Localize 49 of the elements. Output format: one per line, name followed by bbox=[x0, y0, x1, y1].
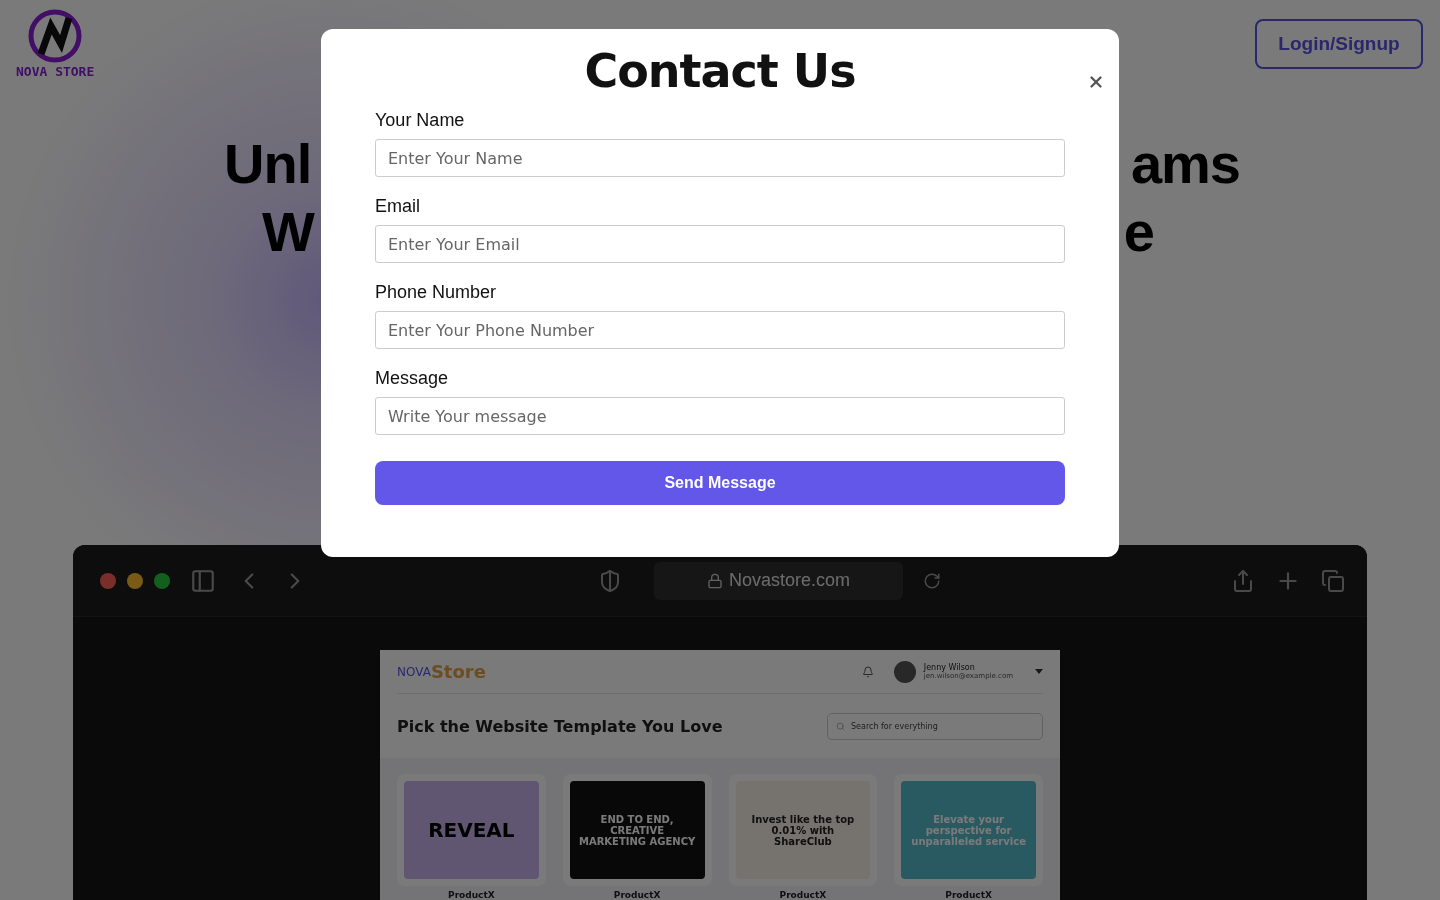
field-label: Your Name bbox=[375, 110, 466, 131]
template-headline: END TO END, CREATIVE MARKETING AGENCY bbox=[577, 813, 697, 847]
search-placeholder: Search for everything bbox=[851, 721, 938, 731]
close-icon[interactable] bbox=[1087, 73, 1105, 91]
store-logo-text: Store bbox=[430, 661, 486, 682]
dialog-title: Contact Us bbox=[583, 43, 857, 99]
hero-heading-text: Unl bbox=[224, 131, 312, 197]
template-label: ProductX bbox=[945, 890, 992, 900]
url-bar[interactable]: Novastore.com bbox=[653, 561, 904, 600]
template-card[interactable]: END TO END, CREATIVE MARKETING AGENCY bbox=[562, 774, 712, 886]
maximize-dot-icon[interactable] bbox=[154, 572, 170, 589]
template-card[interactable]: REVEAL bbox=[397, 774, 546, 886]
page-heading: Pick the Website Template You Love bbox=[397, 716, 723, 736]
template-headline: REVEAL bbox=[428, 818, 515, 842]
field-label: Email bbox=[375, 196, 421, 217]
search-icon bbox=[836, 721, 845, 731]
input-field[interactable]: Enter Your Name bbox=[375, 139, 1065, 177]
template-headline: Invest like the top 0.01% with ShareClub bbox=[750, 813, 856, 847]
logo-text: NOVA STORE bbox=[16, 64, 95, 79]
template-headline: Elevate your perspective for unparalleled service bbox=[910, 813, 1027, 847]
avatar bbox=[893, 660, 916, 683]
share-icon[interactable] bbox=[1231, 568, 1255, 593]
input-field[interactable]: Write Your message bbox=[375, 397, 1065, 435]
send-message-button[interactable]: Send Message bbox=[375, 461, 1065, 505]
minimize-dot-icon[interactable] bbox=[127, 572, 143, 589]
bell-icon[interactable] bbox=[861, 665, 874, 678]
logo-icon bbox=[27, 8, 84, 64]
user-name: Jenny Wilson bbox=[923, 663, 975, 672]
reload-icon[interactable] bbox=[923, 571, 942, 590]
hero-heading-text: W bbox=[262, 199, 314, 265]
caret-icon[interactable] bbox=[1035, 669, 1043, 674]
template-label: ProductX bbox=[779, 890, 827, 900]
template-label: ProductX bbox=[613, 890, 661, 900]
store-logo-prefix: NOVA bbox=[397, 664, 431, 679]
login-signup-button[interactable]: Login/Signup bbox=[1255, 19, 1423, 69]
hero-heading-text: e bbox=[1123, 199, 1154, 265]
search-field[interactable]: Search for everything bbox=[827, 712, 1043, 740]
sidebar-icon[interactable] bbox=[190, 567, 216, 594]
lock-icon bbox=[707, 572, 723, 589]
tabs-icon[interactable] bbox=[1321, 568, 1345, 593]
url-text: Novastore.com bbox=[729, 570, 851, 591]
template-label: ProductX bbox=[448, 890, 495, 900]
field-label: Phone Number bbox=[375, 282, 498, 303]
input-field[interactable]: Enter Your Phone Number bbox=[375, 311, 1065, 349]
template-card[interactable]: Invest like the top 0.01% with ShareClub bbox=[728, 774, 878, 886]
input-field[interactable]: Enter Your Email bbox=[375, 225, 1065, 263]
hero-heading-text: ams bbox=[1130, 131, 1240, 197]
field-label: Message bbox=[375, 368, 450, 389]
close-dot-icon[interactable] bbox=[100, 572, 116, 589]
